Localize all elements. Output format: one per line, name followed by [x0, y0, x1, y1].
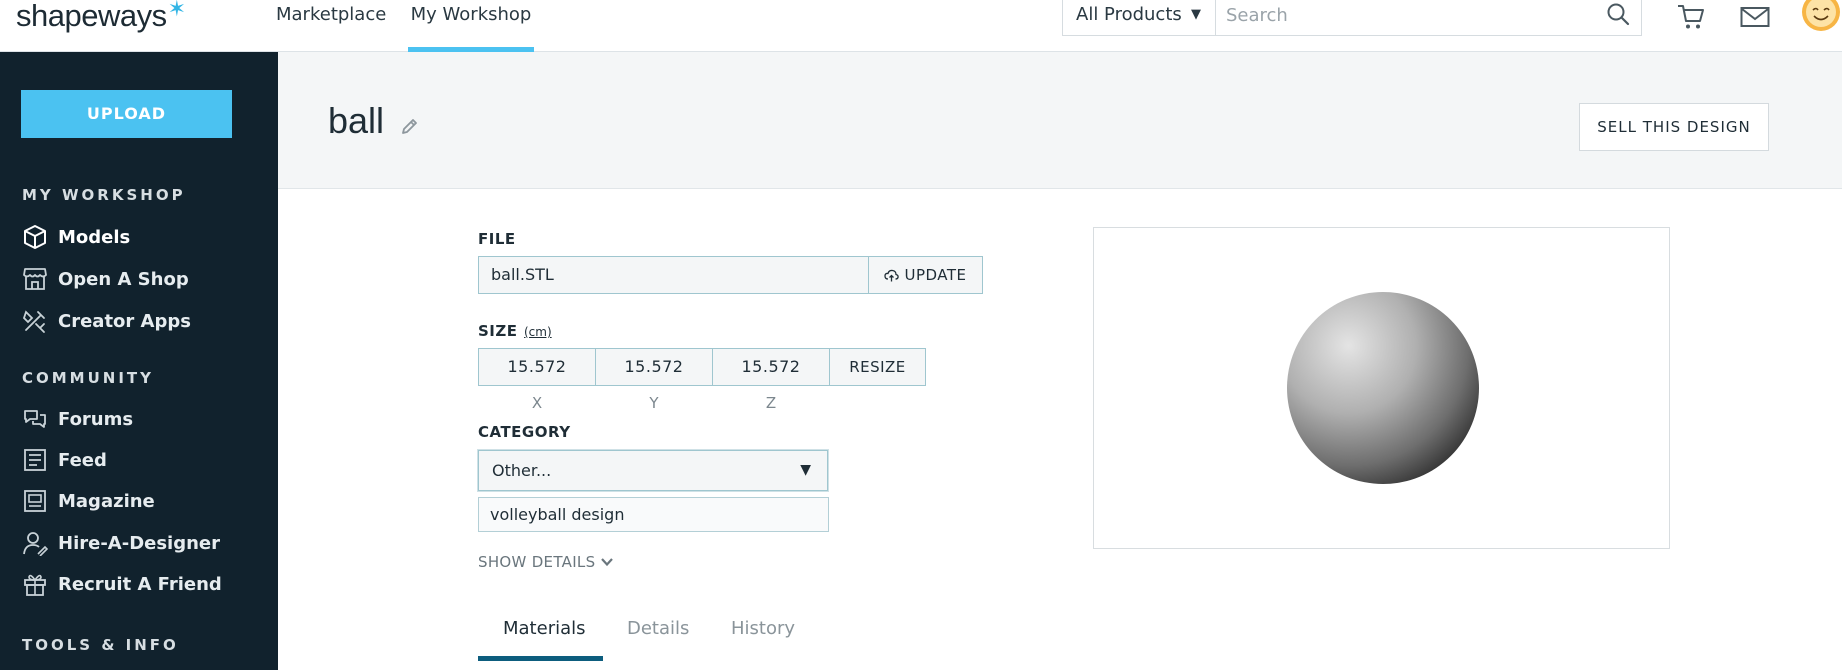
sidebar-item-recruit-a-friend[interactable]: Recruit A Friend [22, 569, 222, 599]
file-label: FILE [478, 230, 516, 248]
size-unit-link[interactable]: (cm) [524, 325, 552, 339]
sidebar-item-models[interactable]: Models [22, 222, 130, 252]
file-name-field: ball.STL [478, 256, 869, 294]
ball-model-render [1287, 292, 1479, 484]
model-preview[interactable] [1093, 227, 1670, 549]
nav-marketplace[interactable]: Marketplace [276, 0, 386, 52]
caret-down-icon: ▼ [1191, 7, 1201, 22]
shop-icon [23, 268, 47, 290]
sidebar-item-open-a-shop[interactable]: Open A Shop [22, 264, 189, 294]
search-input[interactable] [1216, 0, 1586, 30]
search-icon[interactable] [1605, 2, 1631, 28]
cube-icon [24, 225, 46, 249]
design-header: ball SELL THIS DESIGN [278, 52, 1842, 189]
axis-x-label: X [531, 394, 543, 412]
size-label: SIZE [478, 322, 518, 340]
nav-my-workshop[interactable]: My Workshop [408, 0, 534, 52]
sidebar: UPLOAD MY WORKSHOP Models Open A Shop Cr… [0, 52, 278, 670]
sidebar-item-magazine[interactable]: Magazine [22, 486, 155, 516]
sidebar-item-forums[interactable]: Forums [22, 404, 133, 434]
caret-down-icon: ▼ [800, 462, 811, 478]
category-label: CATEGORY [478, 423, 571, 441]
cloud-upload-icon [884, 269, 900, 281]
gift-icon [24, 574, 46, 596]
sidebar-heading-tools-info: TOOLS & INFO [22, 636, 179, 654]
axis-z-label: Z [765, 394, 777, 412]
top-navigation-bar: shapeways✶ Marketplace My Workshop All P… [0, 0, 1842, 52]
sidebar-heading-my-workshop: MY WORKSHOP [22, 186, 186, 204]
design-title: ball [328, 100, 385, 141]
shapeways-logo[interactable]: shapeways✶ [16, 0, 186, 35]
search-box [1215, 0, 1642, 36]
magazine-icon [24, 490, 46, 512]
size-x-field[interactable]: 15.572 [478, 348, 596, 386]
sidebar-item-creator-apps[interactable]: Creator Apps [22, 306, 191, 336]
feed-icon [24, 449, 46, 471]
active-tab-indicator [478, 656, 603, 661]
user-avatar-icon[interactable] [1801, 0, 1841, 32]
axis-y-label: Y [649, 394, 659, 412]
subcategory-field[interactable]: volleyball design [478, 497, 829, 532]
logo-star-icon: ✶ [167, 0, 186, 21]
mail-icon[interactable] [1739, 2, 1771, 32]
chevron-down-icon [601, 558, 614, 567]
category-dropdown[interactable]: Other... ▼ [478, 450, 828, 491]
upload-button[interactable]: UPLOAD [21, 90, 232, 138]
chat-bubbles-icon [24, 410, 46, 428]
size-z-field[interactable]: 15.572 [712, 348, 830, 386]
resize-button[interactable]: RESIZE [829, 348, 926, 386]
sidebar-item-feed[interactable]: Feed [22, 445, 107, 475]
designer-icon [23, 532, 48, 556]
pencil-icon[interactable] [400, 116, 420, 136]
sidebar-item-hire-a-designer[interactable]: Hire-A-Designer [22, 528, 220, 558]
size-y-field[interactable]: 15.572 [595, 348, 713, 386]
products-dropdown[interactable]: All Products ▼ [1062, 0, 1216, 36]
sell-this-design-button[interactable]: SELL THIS DESIGN [1579, 103, 1769, 151]
tab-details[interactable]: Details [627, 618, 689, 639]
show-details-toggle[interactable]: SHOW DETAILS [478, 553, 614, 571]
update-file-button[interactable]: UPDATE [868, 256, 983, 294]
sidebar-heading-community: COMMUNITY [22, 369, 155, 387]
tools-icon [22, 310, 45, 333]
cart-icon[interactable] [1675, 2, 1707, 32]
tab-materials[interactable]: Materials [503, 618, 586, 639]
tab-history[interactable]: History [731, 618, 795, 639]
